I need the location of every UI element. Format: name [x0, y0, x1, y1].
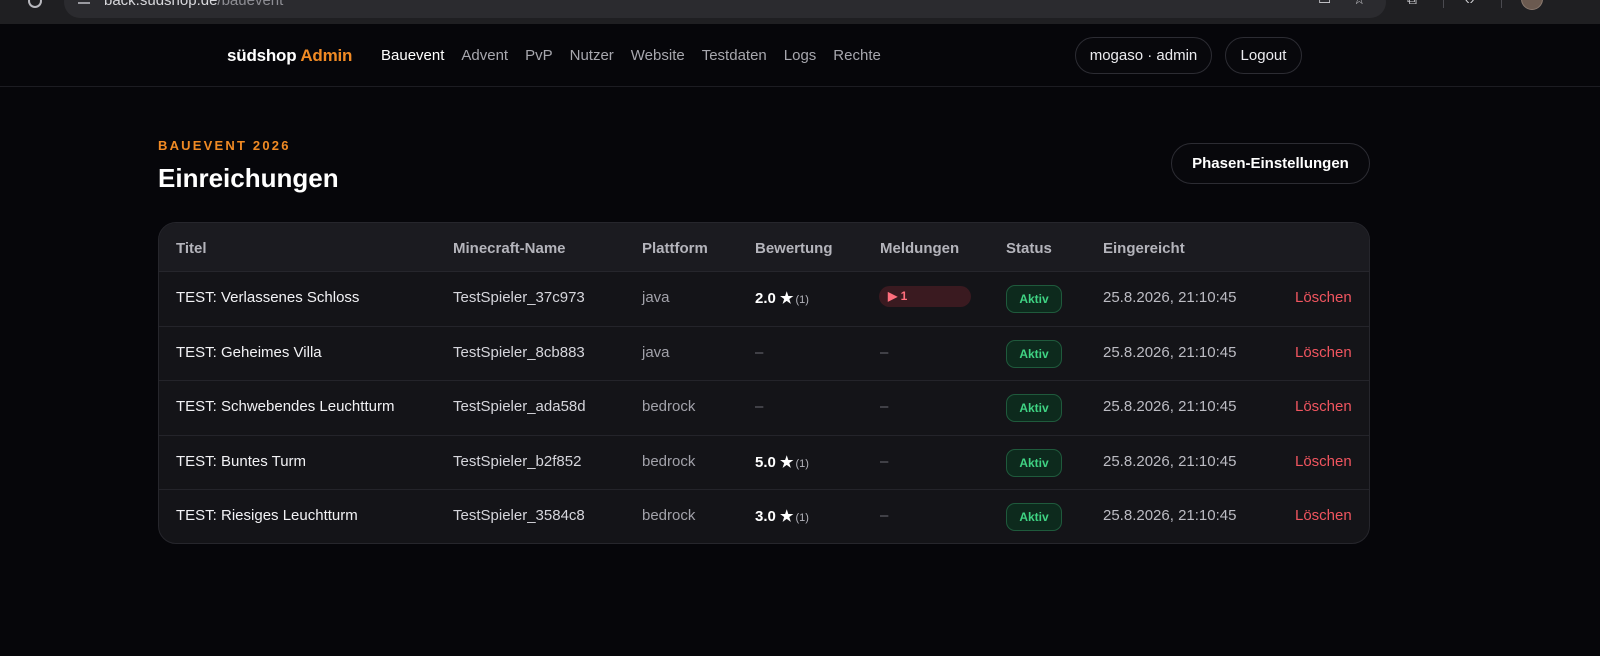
phase-settings-button[interactable]: Phasen-Einstellungen — [1171, 143, 1370, 184]
browser-toolbar: back.südshop.de/bauevent ▭ ☆ ⧉ ‹› — [0, 0, 1600, 24]
platform: java — [642, 289, 670, 306]
rating-value: – — [755, 398, 764, 416]
install-app-icon[interactable]: ▭ — [1318, 0, 1331, 6]
rating-value: – — [755, 343, 764, 361]
column-header-eingereicht: Eingereicht — [1103, 240, 1185, 257]
rating: 3.0 ★ (1) — [755, 507, 809, 525]
submitted-date: 25.8.2026, 21:10:45 — [1103, 398, 1237, 416]
url-path: /bauevent — [217, 0, 284, 9]
rating-value: 3.0 ★ — [755, 508, 794, 526]
reload-icon[interactable] — [28, 0, 42, 8]
submitted-date: 25.8.2026, 21:10:45 — [1103, 289, 1237, 306]
delete-button[interactable]: Löschen — [1295, 289, 1352, 306]
devtools-icon[interactable]: ‹› — [1465, 0, 1474, 6]
user-badge[interactable]: mogaso · admin — [1075, 37, 1212, 74]
column-header-plattform: Plattform — [642, 240, 708, 257]
rating-count: (1) — [795, 457, 809, 470]
nav-item-nutzer[interactable]: Nutzer — [570, 47, 614, 64]
main-nav: Bauevent Advent PvP Nutzer Website Testd… — [381, 47, 898, 64]
platform: bedrock — [642, 507, 696, 525]
column-header-minecraft-name: Minecraft-Name — [453, 240, 566, 257]
nav-item-bauevent[interactable]: Bauevent — [381, 47, 444, 64]
minecraft-name: TestSpieler_8cb883 — [453, 343, 585, 361]
submission-title: TEST: Schwebendes Leuchtturm — [176, 398, 395, 416]
page-eyebrow: BAUEVENT 2026 — [158, 138, 291, 153]
delete-button[interactable]: Löschen — [1295, 344, 1352, 361]
reports-count: – — [880, 452, 889, 470]
column-header-bewertung: Bewertung — [755, 240, 833, 257]
submitted-date: 25.8.2026, 21:10:45 — [1103, 343, 1237, 361]
toolbar-divider — [1443, 0, 1444, 8]
table-row: TEST: Verlassenes Schloss TestSpieler_37… — [159, 272, 1369, 327]
minecraft-name: TestSpieler_b2f852 — [453, 452, 582, 470]
submission-title: TEST: Geheimes Villa — [176, 343, 322, 361]
minecraft-name: TestSpieler_37c973 — [453, 289, 585, 306]
table-row: TEST: Buntes Turm TestSpieler_b2f852 bed… — [159, 436, 1369, 491]
submission-title: TEST: Buntes Turm — [176, 452, 307, 470]
nav-item-website[interactable]: Website — [631, 47, 685, 64]
play-icon: ▶ — [888, 289, 898, 303]
platform: java — [642, 343, 670, 361]
status-badge: Aktiv — [1006, 285, 1062, 313]
url-host: back.südshop.de — [104, 0, 218, 9]
column-header-meldungen: Meldungen — [880, 240, 960, 257]
minecraft-name: TestSpieler_3584c8 — [453, 507, 585, 525]
platform: bedrock — [642, 398, 696, 416]
status-badge: Aktiv — [1006, 394, 1062, 423]
rating: 2.0 ★ (1) — [755, 289, 809, 307]
table-row: TEST: Riesiges Leuchtturm TestSpieler_35… — [159, 490, 1369, 543]
minecraft-name: TestSpieler_ada58d — [453, 398, 586, 416]
rating-count: (1) — [795, 294, 809, 306]
toolbar-divider — [1501, 0, 1502, 8]
submitted-date: 25.8.2026, 21:10:45 — [1103, 507, 1237, 525]
nav-item-rechte[interactable]: Rechte — [833, 47, 881, 64]
delete-button[interactable]: Löschen — [1295, 507, 1352, 524]
table-row: TEST: Schwebendes Leuchtturm TestSpieler… — [159, 381, 1369, 436]
rating-count: (1) — [795, 512, 809, 525]
site-settings-icon[interactable] — [78, 0, 90, 4]
reports-count: – — [880, 507, 889, 525]
nav-item-logs[interactable]: Logs — [784, 47, 817, 64]
delete-button[interactable]: Löschen — [1295, 453, 1352, 470]
url-text[interactable]: back.südshop.de/bauevent — [104, 0, 283, 9]
brand-suffix: Admin — [300, 46, 353, 65]
status-badge: Aktiv — [1006, 448, 1062, 477]
page-title: Einreichungen — [158, 163, 339, 193]
rating: 5.0 ★ (1) — [755, 453, 809, 471]
nav-item-pvp[interactable]: PvP — [525, 47, 553, 64]
rating-value: 5.0 ★ — [755, 453, 794, 471]
reports-count: 1 — [900, 289, 908, 303]
reports-count: – — [880, 398, 889, 416]
delete-button[interactable]: Löschen — [1295, 398, 1352, 415]
nav-item-advent[interactable]: Advent — [461, 47, 508, 64]
reports-badge[interactable]: ▶ 1 — [879, 286, 971, 307]
submission-title: TEST: Riesiges Leuchtturm — [176, 507, 358, 525]
table-header: Titel Minecraft-Name Plattform Bewertung… — [159, 223, 1369, 272]
brand-name: südshop — [227, 46, 297, 65]
platform: bedrock — [642, 452, 696, 470]
table-row: TEST: Geheimes Villa TestSpieler_8cb883 … — [159, 327, 1369, 382]
brand-logo[interactable]: südshop Admin — [227, 46, 352, 66]
logout-button[interactable]: Logout — [1225, 37, 1302, 74]
column-header-status: Status — [1006, 240, 1052, 257]
submitted-date: 25.8.2026, 21:10:45 — [1103, 452, 1237, 470]
profile-avatar-icon[interactable] — [1521, 0, 1543, 10]
top-navigation: südshop Admin Bauevent Advent PvP Nutzer… — [0, 24, 1600, 87]
bookmark-star-icon[interactable]: ☆ — [1353, 0, 1366, 6]
status-badge: Aktiv — [1006, 503, 1062, 532]
status-badge: Aktiv — [1006, 339, 1062, 368]
submissions-table: Titel Minecraft-Name Plattform Bewertung… — [158, 222, 1370, 544]
rating-value: 2.0 ★ — [755, 290, 794, 307]
submission-title: TEST: Verlassenes Schloss — [176, 289, 360, 306]
reports-count: – — [880, 343, 889, 361]
extensions-icon[interactable]: ⧉ — [1407, 0, 1417, 6]
column-header-titel: Titel — [176, 240, 207, 257]
nav-item-testdaten[interactable]: Testdaten — [702, 47, 767, 64]
